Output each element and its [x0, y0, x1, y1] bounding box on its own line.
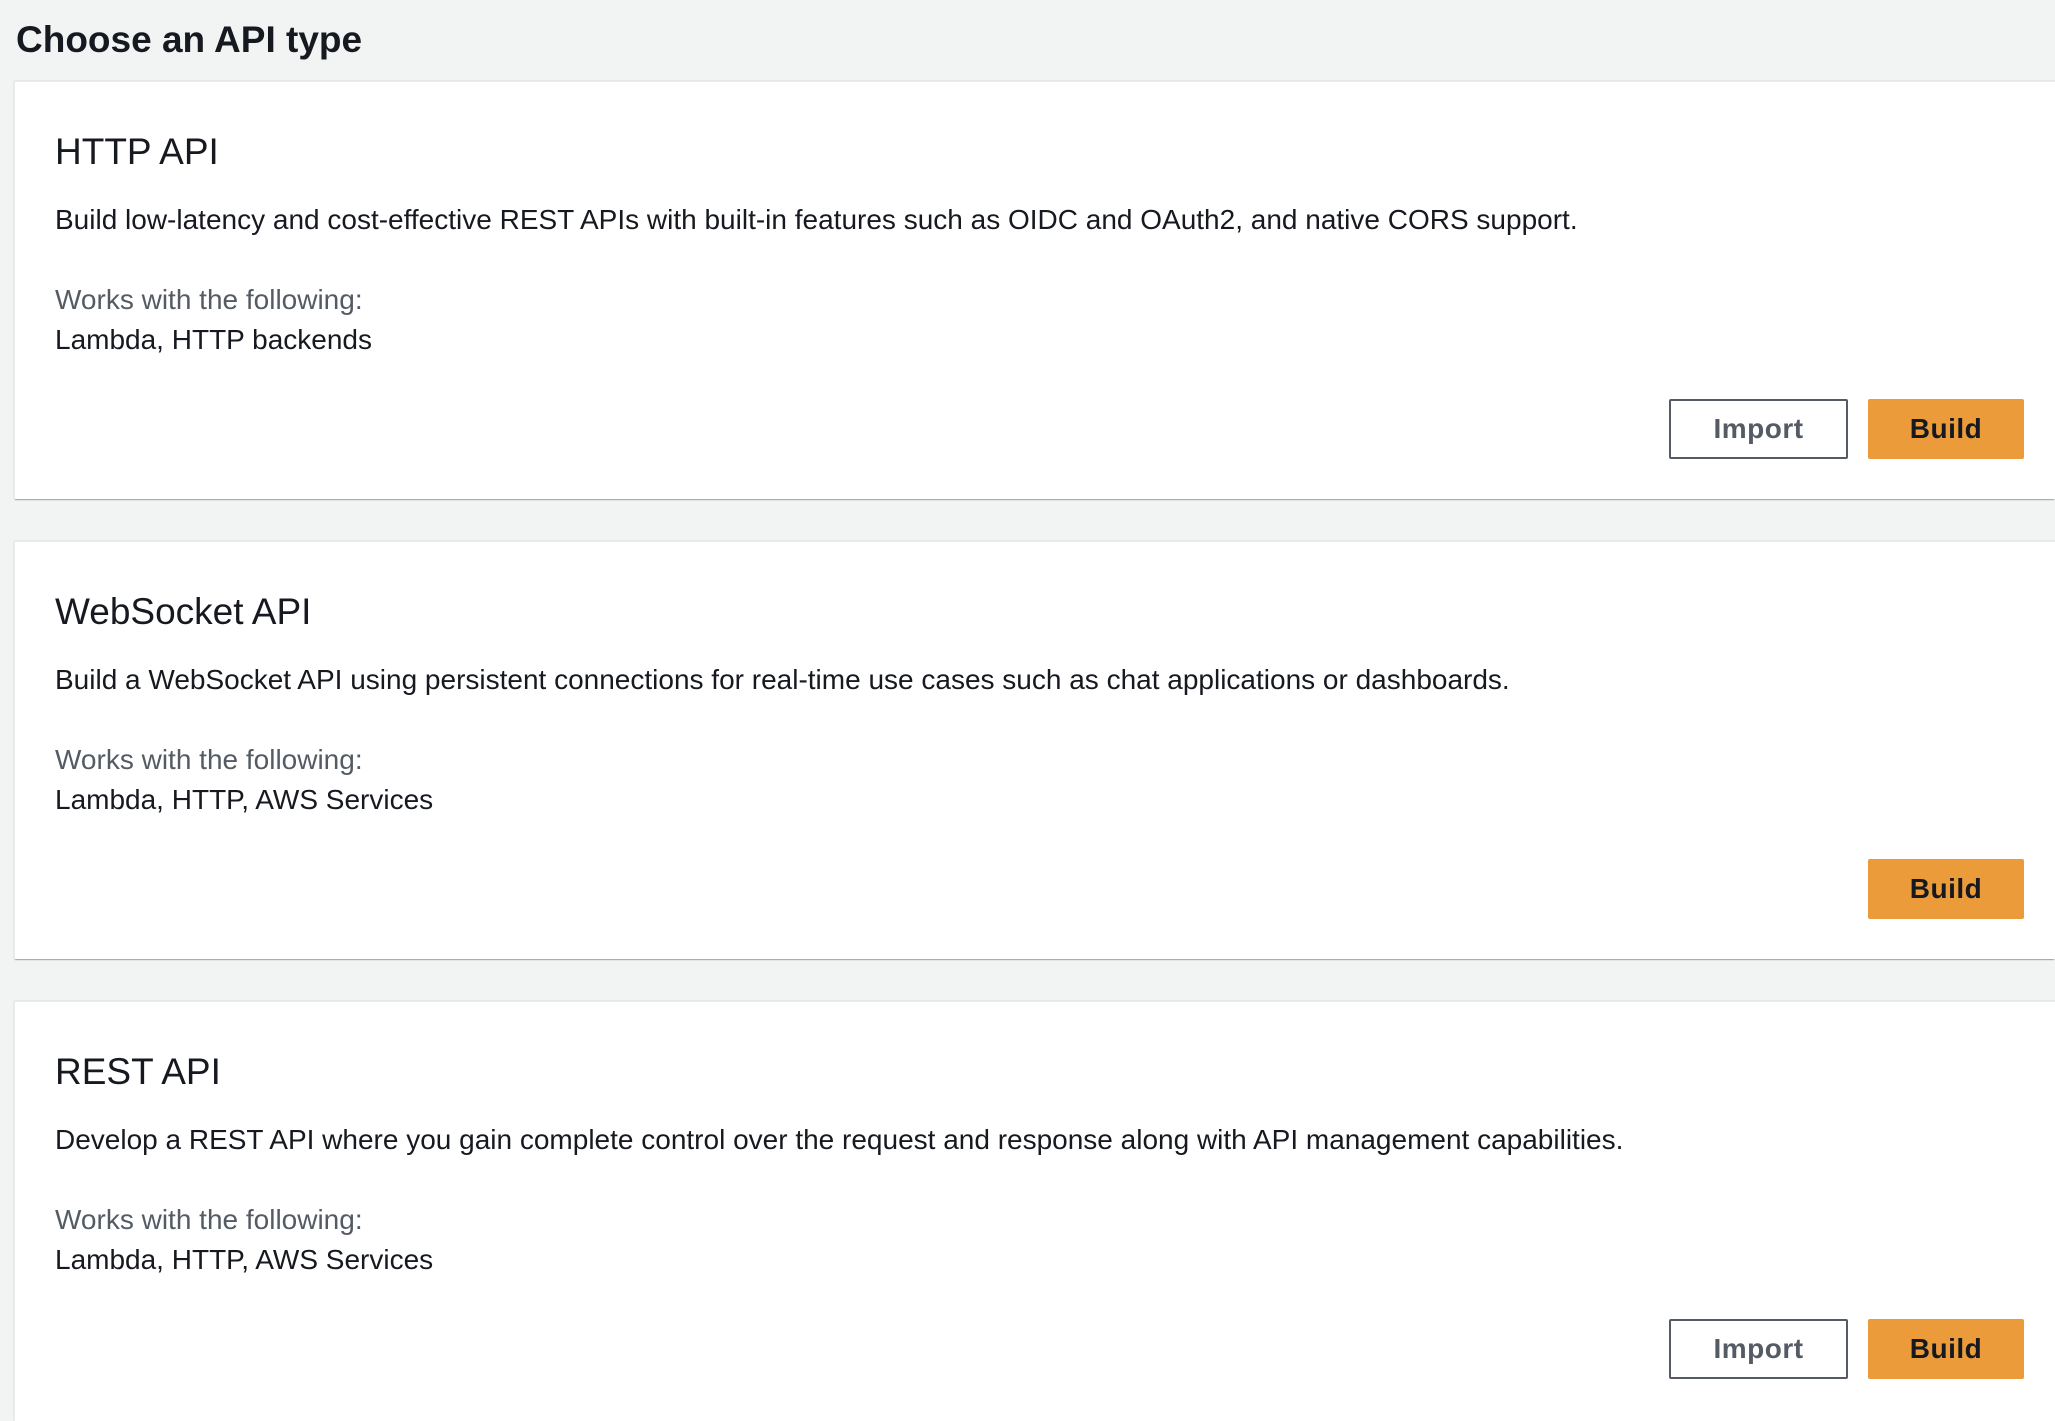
build-button[interactable]: Build — [1868, 859, 2024, 919]
works-with-label: Works with the following: — [55, 744, 363, 775]
works-with-value: Lambda, HTTP, AWS Services — [55, 1244, 434, 1275]
works-with-value: Lambda, HTTP backends — [55, 324, 372, 355]
card-rest-api: REST API Develop a REST API where you ga… — [14, 1001, 2055, 1421]
card-description: Develop a REST API where you gain comple… — [55, 1124, 1624, 1155]
works-with-label: Works with the following: — [55, 284, 363, 315]
card-title: REST API — [55, 1051, 221, 1092]
import-button[interactable]: Import — [1669, 399, 1848, 459]
build-button[interactable]: Build — [1868, 399, 2024, 459]
build-button[interactable]: Build — [1868, 1319, 2024, 1379]
page-title: Choose an API type — [16, 19, 363, 60]
works-with-value: Lambda, HTTP, AWS Services — [55, 784, 434, 815]
card-description: Build low-latency and cost-effective RES… — [55, 204, 1578, 235]
card-websocket-api: WebSocket API Build a WebSocket API usin… — [14, 541, 2055, 959]
works-with-label: Works with the following: — [55, 1204, 363, 1235]
card-title: WebSocket API — [55, 591, 312, 632]
card-http-api: HTTP API Build low-latency and cost-effe… — [14, 81, 2055, 499]
card-title: HTTP API — [55, 131, 219, 172]
card-description: Build a WebSocket API using persistent c… — [55, 664, 1510, 695]
import-button[interactable]: Import — [1669, 1319, 1848, 1379]
